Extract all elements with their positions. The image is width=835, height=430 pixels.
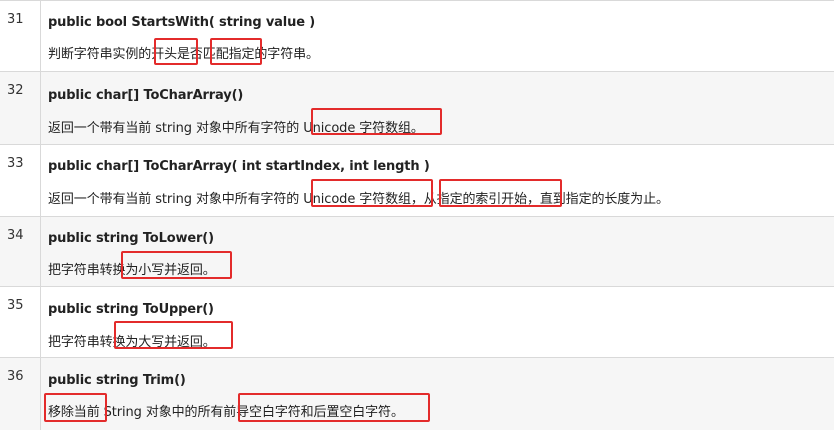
table-row: 34 public string ToLower() 把字符串转换为小写并返回。: [0, 216, 834, 286]
highlight-box: [154, 38, 198, 65]
method-signature: public char[] ToCharArray(): [48, 88, 244, 103]
highlight-box: [439, 179, 562, 207]
highlight-box: [121, 251, 232, 279]
row-number: 34: [0, 217, 41, 286]
highlight-box: [210, 38, 262, 65]
table-row: 36 public string Trim() 移除当前 String 对象中的…: [0, 357, 834, 430]
row-number: 33: [0, 145, 41, 216]
method-signature: public string ToLower(): [48, 231, 214, 246]
table-row: 31 public bool StartsWith( string value …: [0, 0, 834, 71]
table-row: 33 public char[] ToCharArray( int startI…: [0, 144, 834, 216]
highlight-box: [238, 393, 430, 422]
table-row: 32 public char[] ToCharArray() 返回一个带有当前 …: [0, 71, 834, 144]
highlight-box: [114, 321, 233, 349]
method-signature: public string Trim(): [48, 373, 186, 388]
method-signature: public string ToUpper(): [48, 302, 214, 317]
table-row: 35 public string ToUpper() 把字符串转换为大写并返回。: [0, 286, 834, 357]
highlight-box: [44, 393, 107, 422]
row-number: 32: [0, 72, 41, 144]
row-number: 31: [0, 1, 41, 71]
highlight-box: [311, 108, 442, 135]
highlight-box: [311, 179, 433, 207]
method-signature: public bool StartsWith( string value ): [48, 15, 316, 30]
method-signature: public char[] ToCharArray( int startInde…: [48, 159, 430, 174]
row-number: 36: [0, 358, 41, 430]
row-number: 35: [0, 287, 41, 357]
